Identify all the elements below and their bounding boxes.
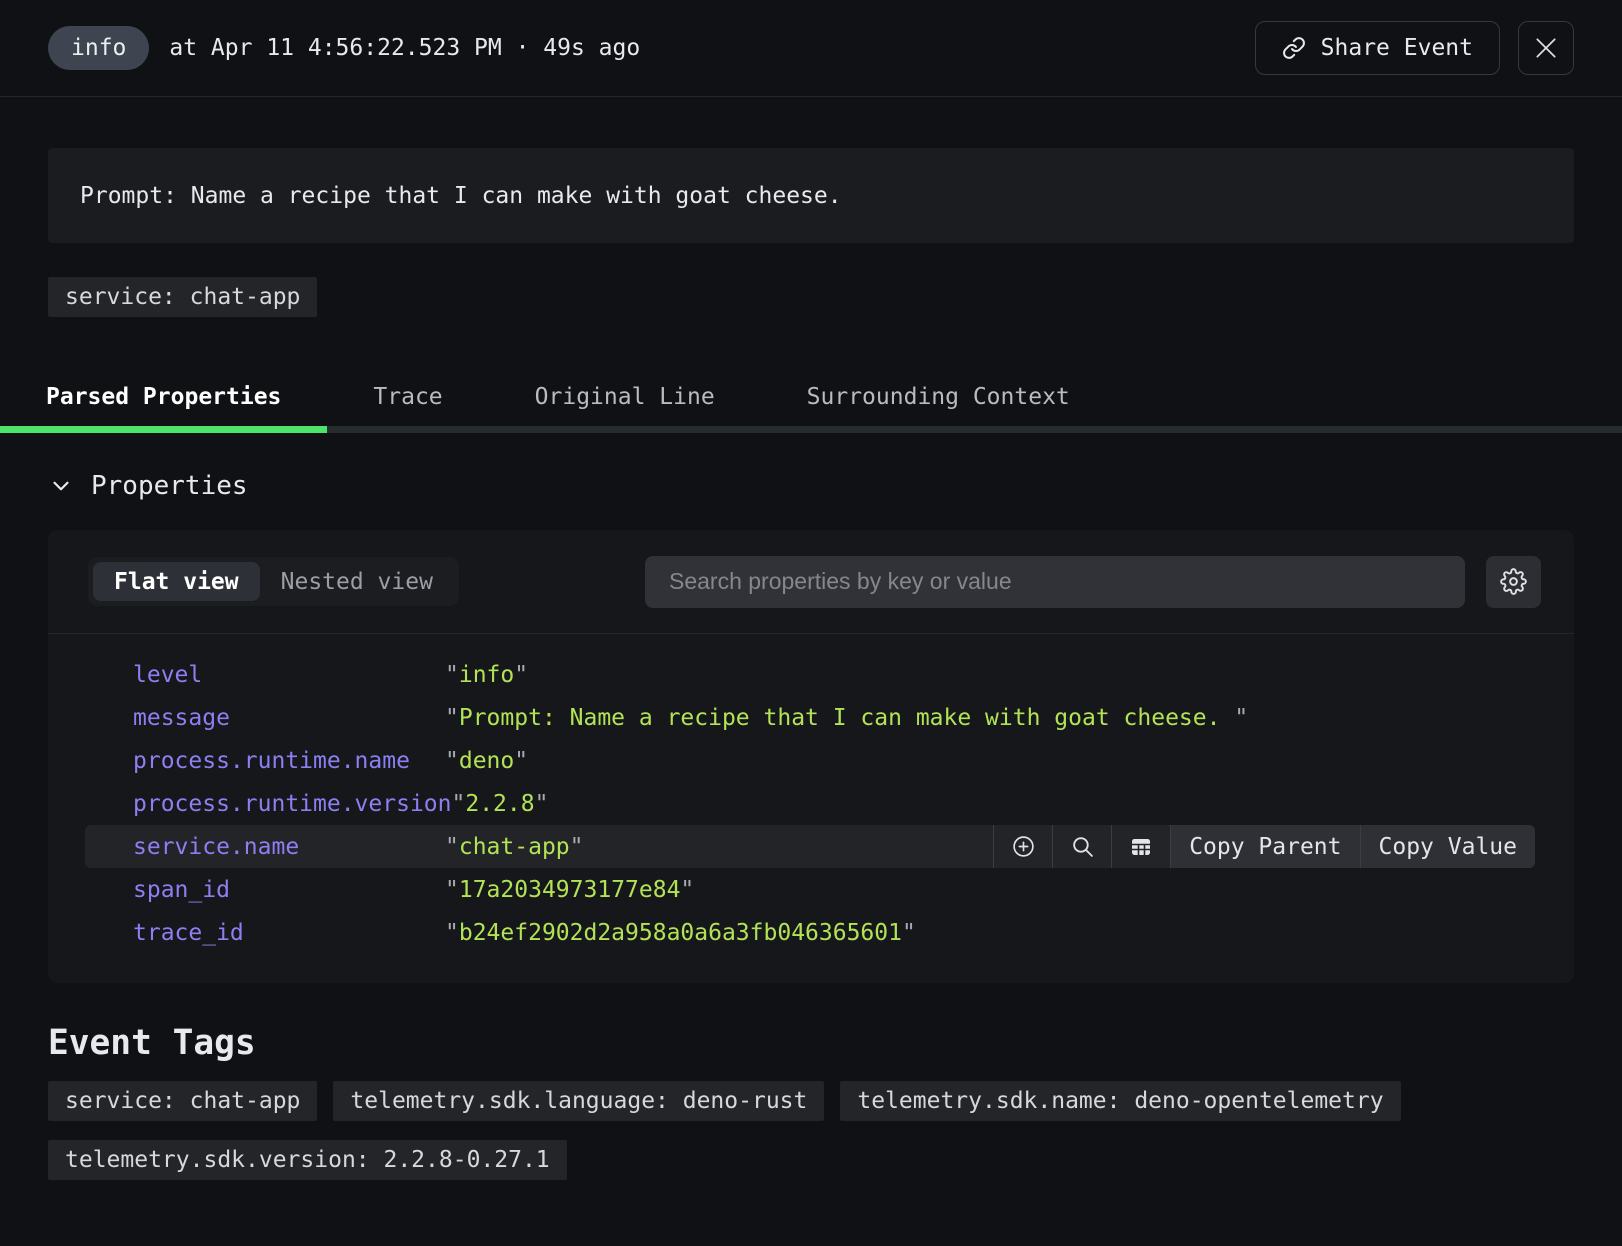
property-key: trace_id [133, 920, 445, 946]
close-quote: " [680, 877, 694, 903]
event-header-left: info at Apr 11 4:56:22.523 PM · 49s ago [48, 26, 640, 70]
close-quote: " [902, 920, 916, 946]
tab-label: Surrounding Context [807, 384, 1070, 410]
properties-table: level "info" [48, 634, 1574, 983]
property-value: "17a2034973177e84" [445, 877, 694, 903]
property-key: span_id [133, 877, 445, 903]
property-row[interactable]: trace_id "b24ef2902d2a958a0a6a3fb0463656… [85, 911, 1535, 954]
table-icon [1129, 835, 1153, 859]
property-key: level [133, 662, 445, 688]
open-quote: " [445, 877, 459, 903]
event-tag-chip[interactable]: telemetry.sdk.version: 2.2.8-0.27.1 [48, 1140, 567, 1180]
open-quote: " [445, 834, 459, 860]
close-quote: " [1234, 705, 1248, 731]
link-icon [1282, 36, 1306, 60]
tab-label: Original Line [535, 384, 715, 410]
event-tags-title: Event Tags [48, 1023, 1574, 1063]
properties-section-title: Properties [91, 471, 248, 501]
properties-section-header[interactable]: Properties [48, 469, 1574, 503]
event-timestamp: at Apr 11 4:56:22.523 PM · 49s ago [169, 35, 640, 61]
event-tag-chip[interactable]: service: chat-app [48, 1081, 317, 1121]
property-value-text: b24ef2902d2a958a0a6a3fb046365601 [459, 920, 902, 946]
chevron-down-icon [48, 473, 74, 499]
tab[interactable]: Surrounding Context [761, 361, 1116, 433]
property-value: "info" [445, 662, 528, 688]
copy-parent-button[interactable]: Copy Parent [1170, 825, 1359, 868]
flat-view-toggle[interactable]: Flat view [93, 562, 260, 601]
properties-toolbar: Flat view Nested view [48, 530, 1574, 634]
service-chip[interactable]: service: chat-app [48, 277, 317, 317]
event-header-right: Share Event [1255, 21, 1574, 75]
share-event-button[interactable]: Share Event [1255, 21, 1500, 75]
message-preview-text: Prompt: Name a recipe that I can make wi… [80, 183, 842, 209]
property-value-text: Prompt: Name a recipe that I can make wi… [459, 705, 1234, 731]
property-row[interactable]: level "info" [85, 653, 1535, 696]
property-value: "2.2.8" [452, 791, 549, 817]
circle-plus-icon [1011, 834, 1036, 859]
event-tags-list: service: chat-app telemetry.sdk.language… [48, 1081, 1574, 1180]
property-row[interactable]: process.runtime.version "2.2.8" [85, 782, 1535, 825]
property-value: "chat-app" [445, 834, 584, 860]
group-by-button[interactable] [1111, 825, 1170, 868]
level-badge: info [48, 26, 149, 70]
event-tag-chip[interactable]: telemetry.sdk.name: deno-opentelemetry [840, 1081, 1400, 1121]
tab[interactable]: Parsed Properties [0, 361, 327, 433]
open-quote: " [445, 748, 459, 774]
tab-bar: Parsed Properties Trace Original Line Su… [0, 361, 1622, 433]
close-quote: " [535, 791, 549, 817]
add-filter-button[interactable] [993, 825, 1052, 868]
copy-value-button[interactable]: Copy Value [1360, 825, 1535, 868]
property-key: message [133, 705, 445, 731]
tab-label: Trace [373, 384, 442, 410]
open-quote: " [445, 705, 459, 731]
open-quote: " [452, 791, 466, 817]
close-quote: " [514, 748, 528, 774]
property-value-text: info [459, 662, 514, 688]
property-value-text: 17a2034973177e84 [459, 877, 681, 903]
event-tag-chip[interactable]: telemetry.sdk.language: deno-rust [333, 1081, 824, 1121]
search-input[interactable] [645, 556, 1465, 608]
property-key: process.runtime.name [133, 748, 445, 774]
properties-area: Properties Flat view Nested view [0, 469, 1622, 1180]
gear-icon [1500, 568, 1527, 595]
property-row-actions: Copy Parent Copy Value [993, 825, 1535, 868]
property-value: "b24ef2902d2a958a0a6a3fb046365601" [445, 920, 916, 946]
property-key: process.runtime.version [133, 791, 452, 817]
property-key: service.name [133, 834, 445, 860]
property-row[interactable]: process.runtime.name "deno" [85, 739, 1535, 782]
property-value-text: chat-app [459, 834, 570, 860]
property-value: "Prompt: Name a recipe that I can make w… [445, 705, 1248, 731]
event-detail-body: Prompt: Name a recipe that I can make wi… [0, 148, 1622, 317]
property-row[interactable]: service.name "chat-app" [85, 825, 1535, 868]
tab[interactable]: Trace [327, 361, 488, 433]
event-header: info at Apr 11 4:56:22.523 PM · 49s ago … [0, 0, 1622, 97]
property-value: "deno" [445, 748, 528, 774]
search-icon [1070, 834, 1095, 859]
properties-panel: Flat view Nested view level "info" [48, 530, 1574, 983]
message-preview: Prompt: Name a recipe that I can make wi… [48, 148, 1574, 243]
tab-label: Parsed Properties [46, 384, 281, 410]
search-value-button[interactable] [1052, 825, 1111, 868]
view-toggle: Flat view Nested view [88, 557, 459, 606]
open-quote: " [445, 920, 459, 946]
property-row[interactable]: message "Prompt: Name a recipe that I ca… [85, 696, 1535, 739]
close-icon [1533, 35, 1559, 61]
settings-button[interactable] [1486, 556, 1541, 608]
close-button[interactable] [1518, 21, 1574, 75]
property-row[interactable]: span_id "17a2034973177e84" [85, 868, 1535, 911]
nested-view-toggle[interactable]: Nested view [260, 562, 454, 601]
share-event-label: Share Event [1321, 35, 1473, 61]
close-quote: " [514, 662, 528, 688]
tab[interactable]: Original Line [489, 361, 761, 433]
property-value-text: 2.2.8 [465, 791, 534, 817]
close-quote: " [570, 834, 584, 860]
property-value-text: deno [459, 748, 514, 774]
open-quote: " [445, 662, 459, 688]
